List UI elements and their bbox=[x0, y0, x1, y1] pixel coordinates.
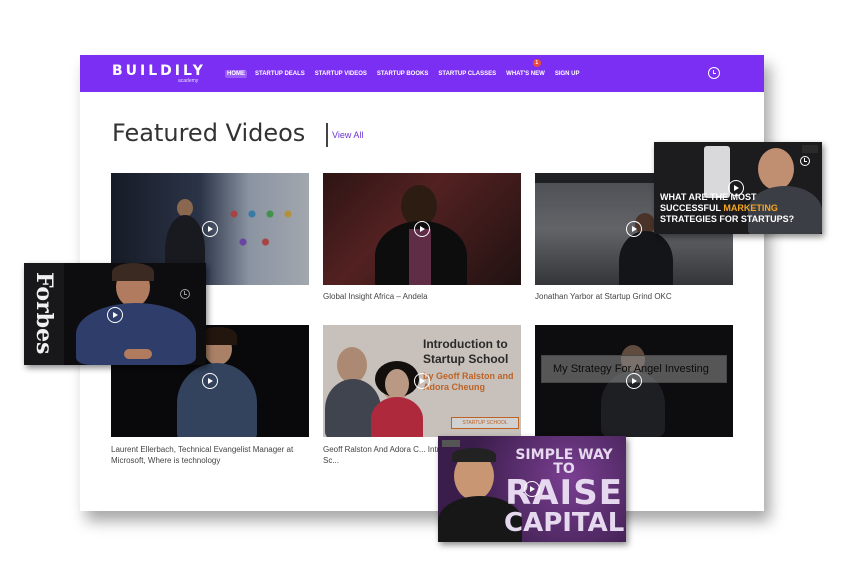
play-icon[interactable] bbox=[524, 481, 540, 497]
play-icon[interactable] bbox=[414, 221, 430, 237]
logo[interactable]: BUILDILY bbox=[112, 63, 206, 79]
raise-capital-video-card[interactable]: SIMPLE WAY TO RAISE CAPITAL bbox=[438, 436, 626, 542]
marketing-line-3: STRATEGIES FOR STARTUPS? bbox=[660, 214, 795, 224]
logo-subtitle: academy bbox=[178, 78, 199, 84]
title-divider bbox=[326, 123, 328, 147]
view-all-link[interactable]: View All bbox=[332, 130, 363, 140]
marketing-line-2a: SUCCESSFUL bbox=[660, 203, 724, 213]
play-icon[interactable] bbox=[626, 221, 642, 237]
nav-startup-classes[interactable]: STARTUP CLASSES bbox=[436, 70, 498, 78]
nav-startup-deals[interactable]: STARTUP DEALS bbox=[253, 70, 307, 78]
nav-whats-new[interactable]: WHAT'S NEW 1 bbox=[504, 59, 547, 78]
nav-whats-new-label: WHAT'S NEW bbox=[506, 71, 545, 77]
play-icon[interactable] bbox=[728, 180, 744, 196]
top-navbar: BUILDILY academy HOME STARTUP DEALS STAR… bbox=[80, 55, 764, 92]
clock-icon[interactable] bbox=[180, 289, 190, 299]
video-thumbnail-5[interactable]: Introduction to Startup School by Geoff … bbox=[323, 325, 521, 437]
video-caption-2[interactable]: Global Insight Africa – Andela bbox=[323, 291, 523, 302]
nav-startup-videos[interactable]: STARTUP VIDEOS bbox=[313, 70, 369, 78]
play-icon[interactable] bbox=[107, 307, 123, 323]
video-caption-4[interactable]: Laurent Ellerbach, Technical Evangelist … bbox=[111, 444, 311, 466]
clock-icon[interactable] bbox=[708, 67, 720, 79]
video-thumbnail-2[interactable] bbox=[323, 173, 521, 285]
clock-icon[interactable] bbox=[800, 156, 810, 166]
video-thumbnail-6[interactable]: My Strategy For Angel Investing bbox=[535, 325, 733, 437]
forbes-video-card[interactable]: Forbes bbox=[24, 263, 206, 365]
video-caption-3[interactable]: Jonathan Yarbor at Startup Grind OKC bbox=[535, 291, 735, 302]
play-icon[interactable] bbox=[202, 221, 218, 237]
notification-badge: 1 bbox=[532, 59, 541, 67]
screenshot-stage: BUILDILY academy HOME STARTUP DEALS STAR… bbox=[0, 0, 855, 570]
capital-line-2: RAISE bbox=[505, 473, 623, 513]
page-title: Featured Videos bbox=[112, 119, 306, 147]
play-icon[interactable] bbox=[626, 373, 642, 389]
nav-links: HOME STARTUP DEALS STARTUP VIDEOS STARTU… bbox=[225, 59, 582, 78]
nav-startup-books[interactable]: STARTUP BOOKS bbox=[375, 70, 430, 78]
marketing-line-1: WHAT ARE THE MOST bbox=[660, 192, 757, 202]
marketing-line-2: SUCCESSFUL MARKETING bbox=[660, 203, 794, 214]
play-icon[interactable] bbox=[414, 373, 430, 389]
play-icon[interactable] bbox=[202, 373, 218, 389]
capital-line-3: CAPITAL bbox=[504, 508, 625, 538]
forbes-logo: Forbes bbox=[31, 272, 57, 355]
marketing-highlight: MARKETING bbox=[723, 203, 778, 213]
nav-home[interactable]: HOME bbox=[225, 70, 247, 78]
capital-line-1: SIMPLE WAY TO bbox=[515, 447, 613, 477]
marketing-video-card[interactable]: WHAT ARE THE MOST SUCCESSFUL MARKETING S… bbox=[654, 142, 822, 234]
nav-sign-up[interactable]: SIGN UP bbox=[553, 70, 582, 78]
